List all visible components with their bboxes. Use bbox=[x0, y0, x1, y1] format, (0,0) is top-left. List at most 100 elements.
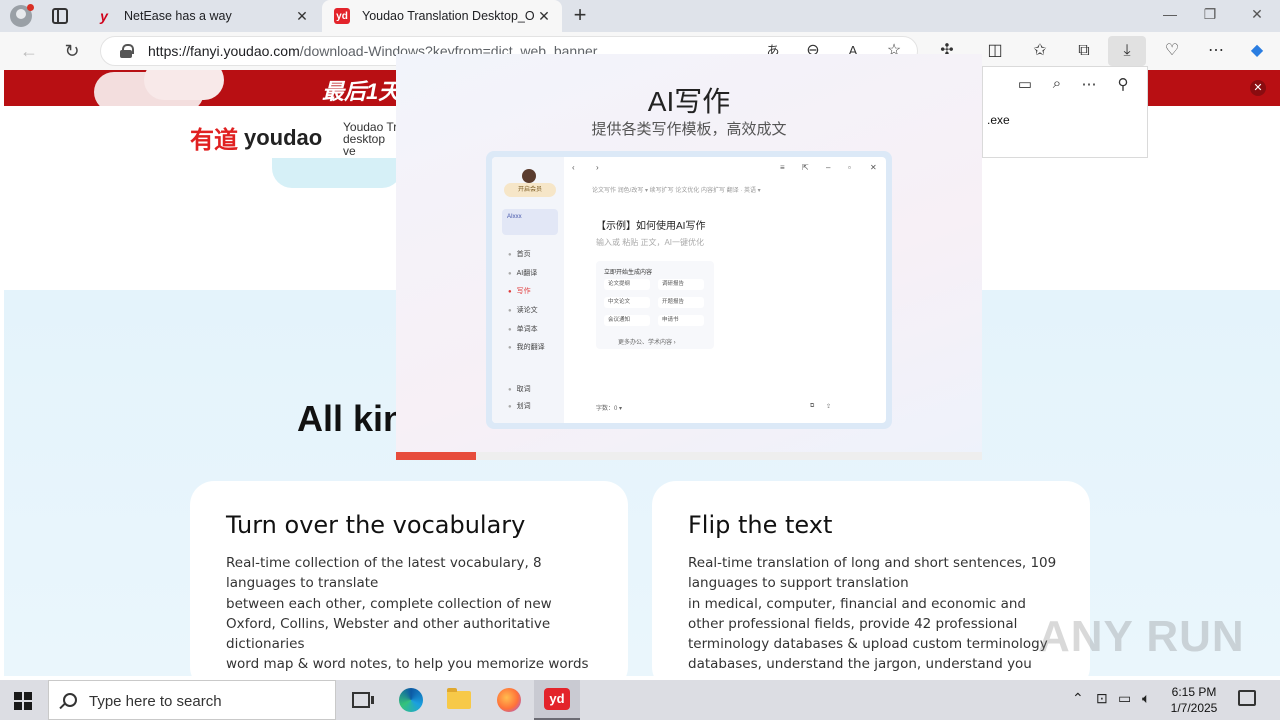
tab-bar: y NetEase has a way ✕ yd Youdao Translat… bbox=[0, 0, 1280, 32]
close-tab-icon[interactable]: ✕ bbox=[534, 8, 554, 25]
mock-nav-item: 划词 bbox=[508, 401, 531, 411]
youdao-logo[interactable]: 有道 youdao bbox=[190, 120, 322, 155]
split-screen-icon[interactable]: ◫ bbox=[984, 40, 1006, 62]
notifications-icon[interactable] bbox=[1238, 690, 1256, 706]
mock-nav-item: 单词本 bbox=[508, 324, 538, 334]
netease-favicon-icon: y bbox=[100, 8, 108, 24]
mock-sidebar: 开启会员 AIxxx 首页 AI翻译 写作 读论文 单词本 我的翻译 取词 划词 bbox=[492, 157, 564, 423]
search-placeholder: Type here to search bbox=[89, 693, 222, 710]
card-line: word map & word notes, to help you memor… bbox=[226, 656, 589, 673]
firefox-icon[interactable] bbox=[486, 680, 532, 720]
tab-youdao[interactable]: yd Youdao Translation Desktop_Offi ✕ bbox=[322, 0, 562, 32]
refresh-icon[interactable]: ↻ bbox=[61, 40, 83, 62]
mock-chip: 中文论文 bbox=[604, 297, 650, 308]
pin-icon[interactable]: ⚲ bbox=[1113, 75, 1133, 95]
clock[interactable]: 6:15 PM 1/7/2025 bbox=[1166, 684, 1222, 716]
mock-nav-item: 首页 bbox=[508, 249, 531, 259]
close-tab-icon[interactable]: ✕ bbox=[292, 8, 312, 25]
mock-nav-item: 写作 bbox=[508, 286, 531, 296]
mock-placeholder: 输入或 粘贴 正文，AI一键优化 bbox=[596, 238, 705, 247]
mock-toolbar: 论文写作 润色/改写 ▾ 续写扩写 论文优化 内容扩写 翻译 · 英语 ▾ bbox=[592, 188, 761, 194]
anyrun-watermark: ANY RUN bbox=[1038, 612, 1245, 661]
app-screenshot: 开启会员 AIxxx 首页 AI翻译 写作 读论文 单词本 我的翻译 取词 划词… bbox=[486, 151, 892, 429]
tab-actions-icon[interactable] bbox=[52, 8, 68, 24]
mock-minimize-icon: – bbox=[826, 163, 831, 172]
tab-netease[interactable]: y NetEase has a way ✕ bbox=[84, 0, 320, 32]
member-pill: 开启会员 bbox=[504, 183, 556, 197]
mock-word-count: 字数：0 ▾ bbox=[596, 406, 623, 412]
promo-subtitle: 提供各类写作模板，高效成文 bbox=[591, 121, 787, 138]
restore-icon[interactable]: ❐ bbox=[1200, 6, 1220, 26]
mock-box-label: AIxxx bbox=[507, 214, 522, 220]
logo-en-text: youdao bbox=[244, 124, 323, 150]
start-icon[interactable] bbox=[14, 692, 32, 710]
header-desc-line: desktop ve bbox=[343, 132, 386, 157]
mock-pin-icon: ⇱ bbox=[802, 163, 809, 172]
card-title: Flip the text bbox=[688, 511, 833, 539]
promo-title: AI写作 bbox=[647, 86, 731, 117]
mock-nav-item: 我的翻译 bbox=[508, 342, 545, 352]
youdao-app-icon[interactable]: yd bbox=[534, 680, 580, 720]
mock-chip: 申请书 bbox=[658, 315, 704, 326]
mock-nav-item: 取词 bbox=[508, 384, 531, 394]
logo-cn-text: 有道 bbox=[190, 127, 238, 154]
more-icon[interactable]: ⋯ bbox=[1205, 40, 1227, 62]
mock-copy-icon: ⧉ bbox=[810, 403, 815, 409]
search-icon bbox=[63, 693, 77, 707]
collections-icon[interactable]: ⧉ bbox=[1073, 40, 1095, 62]
clock-date: 1/7/2025 bbox=[1170, 701, 1218, 715]
mock-maximize-icon: ▫ bbox=[848, 163, 851, 172]
mock-chip: 论文提纲 bbox=[604, 279, 650, 290]
mock-chip: 开题报告 bbox=[658, 297, 704, 308]
promo-text: 最后1天 bbox=[322, 79, 401, 104]
profile-notification-badge bbox=[27, 4, 34, 11]
chevron-up-icon[interactable]: ⌃ bbox=[1072, 690, 1084, 707]
file-explorer-icon[interactable] bbox=[436, 680, 482, 720]
clock-time: 6:15 PM bbox=[1171, 685, 1217, 699]
lock-icon[interactable] bbox=[120, 44, 134, 58]
minimize-icon[interactable]: — bbox=[1160, 6, 1180, 26]
device-icon[interactable]: ⊡ bbox=[1096, 690, 1108, 707]
download-filename[interactable]: .exe bbox=[987, 113, 1010, 127]
back-icon[interactable]: ← bbox=[18, 40, 40, 62]
section-title: All kin bbox=[297, 398, 397, 439]
task-view-icon[interactable] bbox=[338, 680, 384, 720]
close-window-icon[interactable]: ✕ bbox=[1247, 6, 1267, 26]
feature-card-vocabulary: Turn over the vocabulary Real-time colle… bbox=[190, 481, 628, 676]
edge-icon[interactable] bbox=[388, 680, 434, 720]
mock-chip: 会议通知 bbox=[604, 315, 650, 326]
mock-heading: 【示例】如何使用AI写作 bbox=[596, 221, 706, 232]
mock-close-icon: ✕ bbox=[870, 163, 877, 172]
header-description: Youdao Tr desktop ve bbox=[343, 121, 399, 157]
feature-card-text: Flip the text Real-time translation of l… bbox=[652, 481, 1090, 676]
close-banner-icon[interactable]: ✕ bbox=[1250, 80, 1266, 96]
banner-decoration bbox=[144, 70, 224, 100]
youdao-favicon-icon: yd bbox=[334, 8, 350, 24]
volume-icon[interactable]: 🔈︎ bbox=[1142, 690, 1150, 707]
tab-title: Youdao Translation Desktop_Offi bbox=[362, 9, 534, 23]
more-options-icon[interactable]: ⋯ bbox=[1079, 75, 1099, 95]
copilot-icon[interactable]: ◆ bbox=[1246, 40, 1268, 62]
mock-feature-box: AIxxx bbox=[502, 209, 558, 235]
search-downloads-icon[interactable]: ⌕ bbox=[1047, 75, 1067, 95]
network-icon[interactable]: ▭ bbox=[1118, 690, 1131, 707]
card-line: between each other, complete collection … bbox=[226, 595, 552, 653]
new-tab-icon[interactable]: + bbox=[568, 4, 592, 28]
mock-share-icon: ⇪ bbox=[826, 404, 832, 410]
ai-writing-promo[interactable]: AI写作 提供各类写作模板，高效成文 开启会员 AIxxx 首页 AI翻译 写作… bbox=[396, 54, 982, 460]
mock-chip: 调研报告 bbox=[658, 279, 704, 290]
browser-essentials-icon[interactable]: ♡ bbox=[1161, 40, 1183, 62]
open-folder-icon[interactable]: ▭ bbox=[1015, 75, 1035, 95]
downloads-icon[interactable]: ⤓ bbox=[1108, 36, 1146, 66]
mock-nav-item: 读论文 bbox=[508, 305, 538, 315]
windows-taskbar: Type here to search yd ⌃ ⊡ ▭ 🔈︎ 6:15 PM … bbox=[0, 680, 1280, 720]
mock-menu-icon: ≡ bbox=[780, 163, 785, 172]
avatar bbox=[522, 169, 536, 183]
card-description: Real-time collection of the latest vocab… bbox=[226, 553, 601, 676]
tab-title: NetEase has a way bbox=[124, 9, 232, 23]
favorites-icon[interactable]: ✩ bbox=[1029, 40, 1051, 62]
carousel-progress-bar bbox=[396, 452, 477, 460]
mock-template-panel: 立即开始生成内容 论文提纲 调研报告 中文论文 开题报告 会议通知 申请书 更多… bbox=[596, 261, 714, 349]
app-window-mock: 开启会员 AIxxx 首页 AI翻译 写作 读论文 单词本 我的翻译 取词 划词… bbox=[492, 157, 886, 423]
taskbar-search[interactable]: Type here to search bbox=[48, 680, 336, 720]
